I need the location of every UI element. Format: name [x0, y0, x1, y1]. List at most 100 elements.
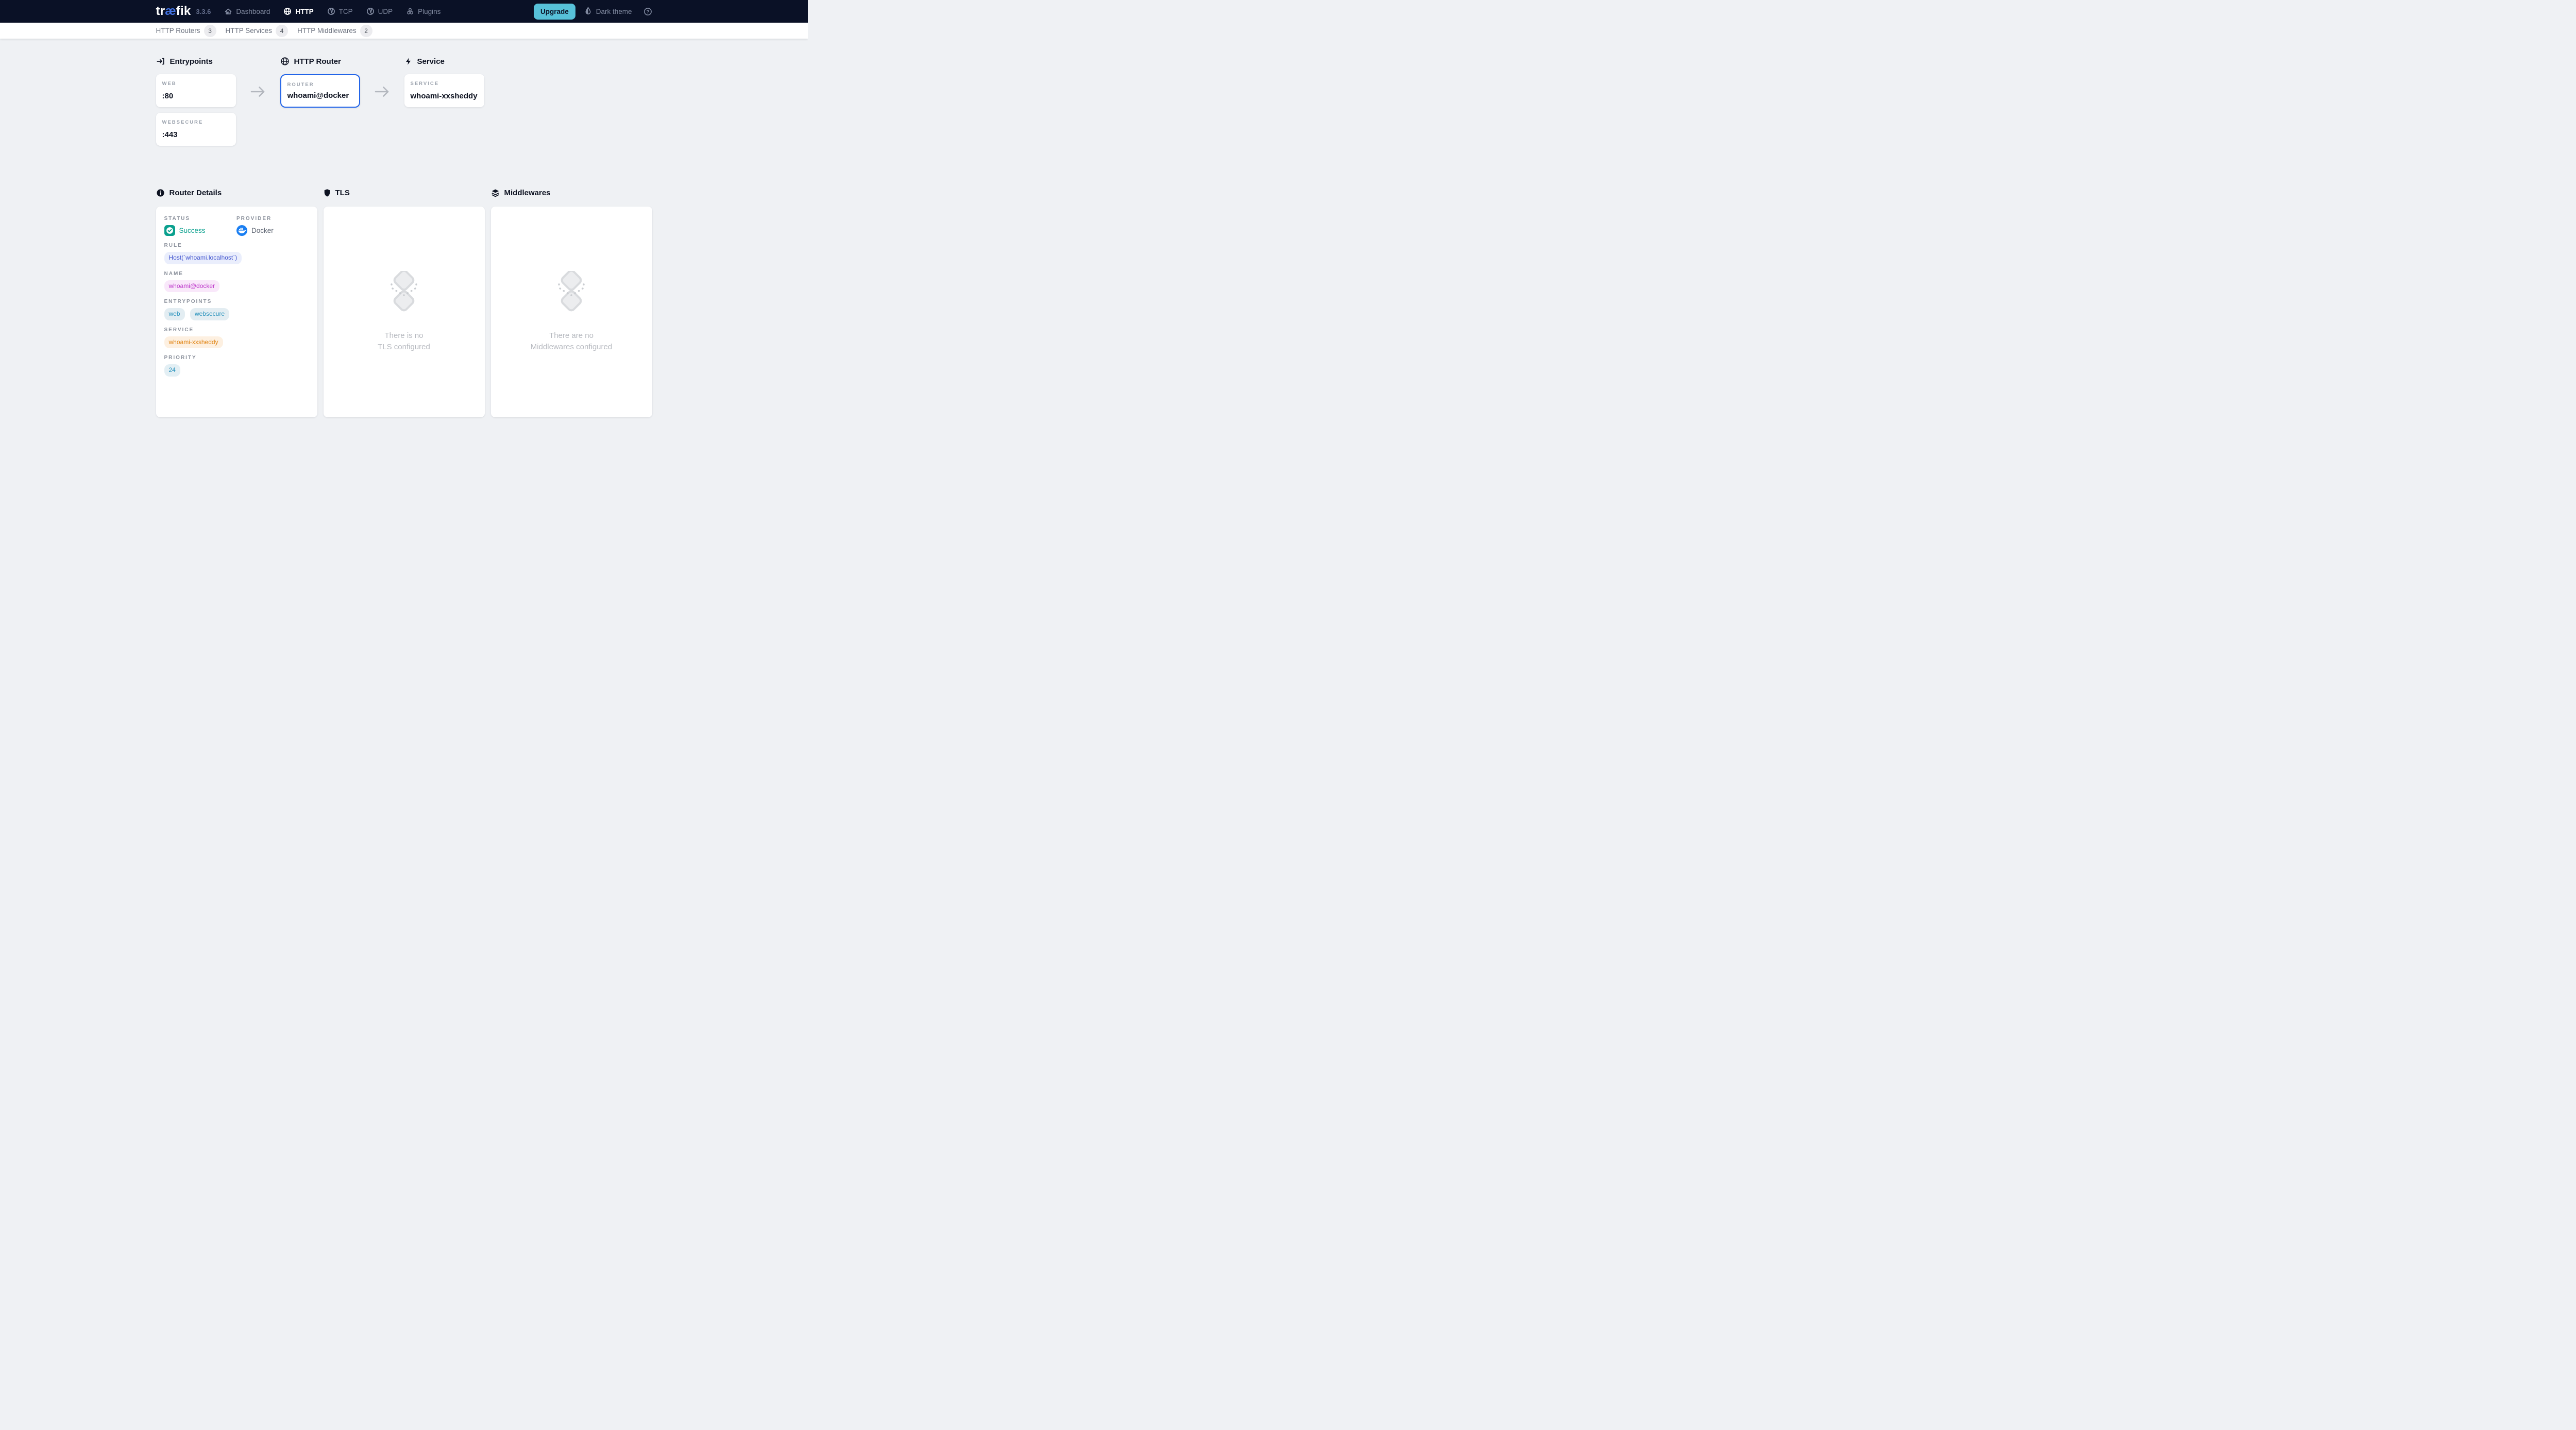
entrypoint-card-web[interactable]: WEB :80: [156, 74, 236, 107]
section-title: Router Details: [170, 189, 222, 197]
tab-label: HTTP Routers: [156, 27, 200, 35]
priority-group: PRIORITY 24: [164, 355, 309, 377]
shield-icon: [324, 189, 331, 197]
card-value: :443: [162, 130, 230, 139]
plugins-icon: [406, 7, 414, 15]
status-value-row: Success: [164, 225, 237, 236]
entrypoint-pill-web: web: [164, 308, 185, 320]
empty-layers-illustration: [555, 271, 588, 317]
entrypoint-card-websecure[interactable]: WEBSECURE :443: [156, 113, 236, 146]
tab-label: HTTP Middlewares: [297, 27, 357, 35]
card-value: :80: [162, 92, 230, 100]
router-card[interactable]: ROUTER whoami@docker: [280, 74, 360, 108]
service-column: Service SERVICE whoami-xxsheddy: [404, 57, 484, 146]
service-group: SERVICE whoami-xxsheddy: [164, 327, 309, 349]
section-title: Service: [417, 57, 445, 66]
flow-arrow-2: [360, 57, 404, 146]
logo-text-post: fik: [176, 5, 191, 18]
arrow-right-icon: [250, 84, 266, 101]
theme-toggle-label: Dark theme: [596, 8, 632, 15]
nav-item-http[interactable]: HTTP: [283, 7, 313, 15]
empty-line-2: Middlewares configured: [531, 342, 612, 353]
service-card[interactable]: SERVICE whoami-xxsheddy: [404, 74, 484, 107]
router-details-column: Router Details STATUS Success PROVIDER: [156, 189, 317, 417]
flow-arrow-1: [236, 57, 280, 146]
rule-label: RULE: [164, 243, 309, 248]
tab-count-badge: 2: [360, 25, 372, 37]
udp-icon: [366, 7, 375, 15]
nav-item-plugins[interactable]: Plugins: [406, 7, 440, 15]
navbar-inner: træfik 3.3.6 Dashboard HTTP TCP UDP: [156, 0, 652, 23]
status-value: Success: [179, 227, 206, 234]
help-icon[interactable]: ?: [643, 7, 652, 16]
tab-count-badge: 4: [276, 25, 288, 37]
nav-item-label: Plugins: [418, 8, 440, 15]
section-title: TLS: [335, 189, 350, 197]
priority-pill: 24: [164, 364, 180, 377]
entrypoint-cards: WEB :80 WEBSECURE :443: [156, 74, 236, 146]
main-menu: Dashboard HTTP TCP UDP Plugins: [224, 7, 440, 15]
tab-count-badge: 3: [204, 25, 216, 37]
router-details-header: Router Details: [156, 189, 317, 197]
tls-empty-message: There is no TLS configured: [378, 330, 430, 353]
nav-item-label: UDP: [378, 8, 393, 15]
tls-panel: There is no TLS configured: [324, 207, 485, 417]
tab-http-services[interactable]: HTTP Services 4: [226, 25, 289, 37]
theme-toggle[interactable]: Dark theme: [584, 7, 632, 16]
status-label: STATUS: [164, 216, 237, 222]
empty-line-2: TLS configured: [378, 342, 430, 353]
arrow-right-icon: [375, 84, 390, 101]
empty-layers-illustration: [387, 271, 420, 317]
card-label: WEBSECURE: [162, 120, 230, 125]
tls-header: TLS: [324, 189, 485, 197]
navbar-right: Upgrade Dark theme ?: [534, 4, 652, 20]
service-pill: whoami-xxsheddy: [164, 336, 223, 349]
tab-label: HTTP Services: [226, 27, 273, 35]
tab-http-middlewares[interactable]: HTTP Middlewares 2: [297, 25, 372, 37]
name-label: NAME: [164, 271, 309, 277]
router-column: HTTP Router ROUTER whoami@docker: [280, 57, 360, 146]
service-label: SERVICE: [164, 327, 309, 333]
middlewares-header: Middlewares: [491, 189, 652, 197]
nav-item-label: HTTP: [295, 8, 313, 15]
status-group: STATUS Success: [164, 216, 237, 236]
nav-item-dashboard[interactable]: Dashboard: [224, 7, 270, 15]
section-title: Middlewares: [504, 189, 551, 197]
contrast-droplet-icon: [584, 7, 592, 16]
rule-pill: Host(`whoami.localhost`): [164, 252, 242, 264]
tls-column: TLS There is no TLS configured: [324, 189, 485, 417]
card-value: whoami@docker: [287, 91, 353, 100]
http-subnav: HTTP Routers 3 HTTP Services 4 HTTP Midd…: [0, 23, 808, 39]
middlewares-empty-message: There are no Middlewares configured: [531, 330, 612, 353]
tcp-icon: [327, 7, 335, 15]
card-label: WEB: [162, 81, 230, 87]
entrypoints-header: Entrypoints: [156, 57, 236, 66]
router-details-panel: STATUS Success PROVIDER Docker: [156, 207, 317, 417]
service-cards: SERVICE whoami-xxsheddy: [404, 74, 484, 107]
entrypoints-group: ENTRYPOINTS web websecure: [164, 299, 309, 320]
subnav-inner: HTTP Routers 3 HTTP Services 4 HTTP Midd…: [156, 23, 652, 39]
service-header: Service: [404, 57, 484, 66]
priority-label: PRIORITY: [164, 355, 309, 361]
name-group: NAME whoami@docker: [164, 271, 309, 293]
logo-text-ae: æ: [165, 5, 176, 18]
traefik-logo[interactable]: træfik: [156, 5, 191, 18]
nav-item-label: Dashboard: [236, 8, 270, 15]
home-icon: [224, 7, 232, 15]
card-label: SERVICE: [411, 81, 478, 87]
provider-value-row: Docker: [236, 225, 309, 236]
router-cards: ROUTER whoami@docker: [280, 74, 360, 108]
upgrade-button[interactable]: Upgrade: [534, 4, 575, 20]
main-content: Entrypoints WEB :80 WEBSECURE :443: [156, 39, 652, 417]
nav-item-udp[interactable]: UDP: [366, 7, 393, 15]
logo-text-pre: tr: [156, 5, 165, 18]
success-check-icon: [164, 225, 175, 236]
entrypoints-icon: [156, 57, 165, 66]
entrypoints-label: ENTRYPOINTS: [164, 299, 309, 304]
version-label: 3.3.6: [196, 8, 211, 15]
nav-item-tcp[interactable]: TCP: [327, 7, 353, 15]
middlewares-column: Middlewares There are no Middlewares con…: [491, 189, 652, 417]
globe-icon: [280, 57, 290, 66]
rule-group: RULE Host(`whoami.localhost`): [164, 243, 309, 264]
tab-http-routers[interactable]: HTTP Routers 3: [156, 25, 216, 37]
